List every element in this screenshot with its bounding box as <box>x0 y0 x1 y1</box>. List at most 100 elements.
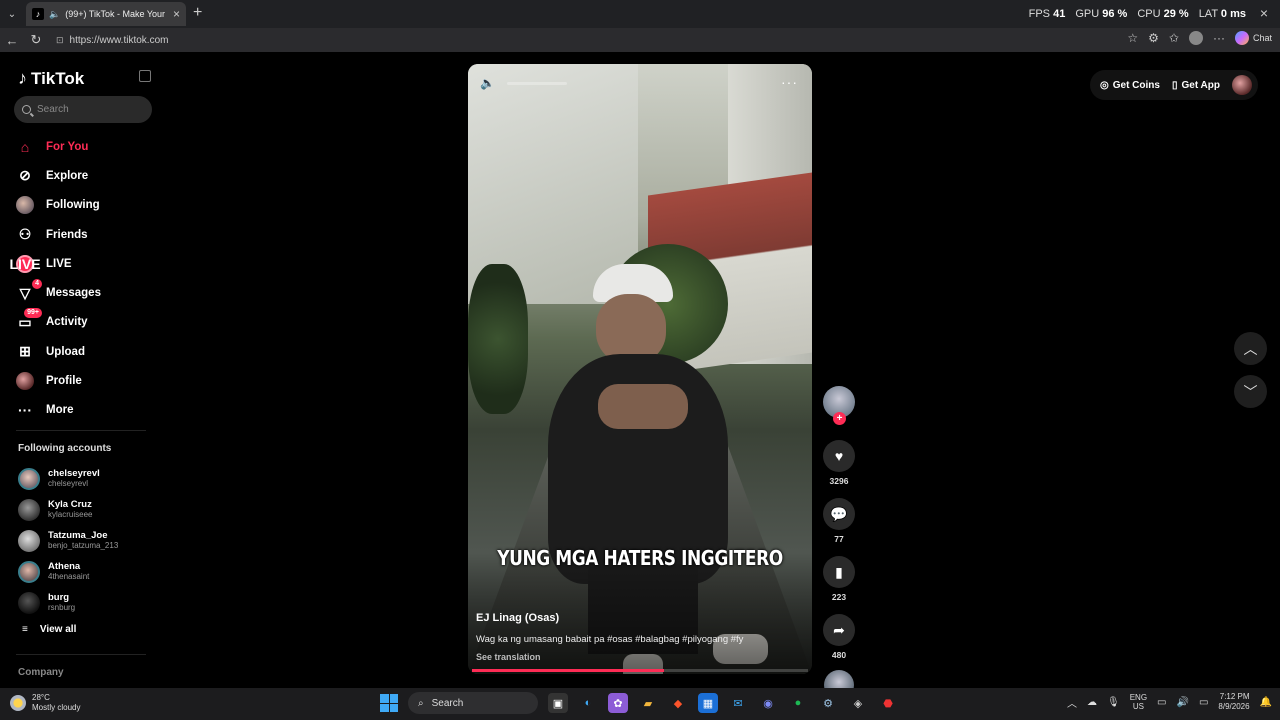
nav-item-friends[interactable]: ⚇ Friends <box>16 220 101 249</box>
brave-browser-icon[interactable]: ◆ <box>668 693 688 713</box>
view-all-link[interactable]: ≡ View all <box>22 624 76 635</box>
save-button[interactable]: ▮ <box>823 556 855 588</box>
search-icon: ⌕ <box>418 697 424 709</box>
next-video-chevron-down-icon[interactable]: ﹀ <box>1234 375 1267 408</box>
company-link[interactable]: Company <box>18 667 64 678</box>
taskbar-search-label: Search <box>431 697 464 709</box>
game-app-icon[interactable]: ◈ <box>848 693 868 713</box>
browser-menu-icon[interactable]: ··· <box>1213 31 1225 45</box>
site-info-icon[interactable]: ⊡ <box>56 35 64 46</box>
comment-icon: 💬 <box>830 505 848 522</box>
url-field[interactable]: ⊡ https://www.tiktok.com <box>52 31 1102 49</box>
copilot-chat-button[interactable]: Chat <box>1234 31 1272 45</box>
speaker-icon[interactable]: 🔈 <box>49 9 60 20</box>
share-button[interactable]: ➦ <box>823 614 855 646</box>
video-progress-bar[interactable] <box>472 669 808 672</box>
file-explorer-icon[interactable]: ▰ <box>638 693 658 713</box>
window-close-icon[interactable]: × <box>1260 5 1268 21</box>
nav-item-more[interactable]: ··· More <box>16 396 101 425</box>
account-item[interactable]: burg rsnburg <box>18 587 118 618</box>
account-item[interactable]: Athena 4thenasaint <box>18 556 118 587</box>
tiktok-page: ♪ TikTok Search ⌂ For You ⊘ Explore Foll… <box>0 52 1280 700</box>
nav-item-profile[interactable]: Profile <box>16 366 101 395</box>
display-icon[interactable]: ▭ <box>1157 697 1166 708</box>
microphone-icon[interactable]: 🎙 <box>1107 697 1120 708</box>
get-app-button[interactable]: ▯ Get App <box>1172 80 1220 91</box>
browser-tab-bar: ⌄ ♪ 🔈 (99+) TikTok - Make Your Day × + F… <box>0 0 1280 28</box>
nav-item-explore[interactable]: ⊘ Explore <box>16 161 101 190</box>
nav-item-for-you[interactable]: ⌂ For You <box>16 132 101 161</box>
notification-bell-icon[interactable]: 🔔 <box>1260 697 1272 708</box>
language-indicator[interactable]: ENG US <box>1130 693 1147 711</box>
get-coins-button[interactable]: ◎ Get Coins <box>1100 80 1160 91</box>
steam-icon[interactable]: ⚙ <box>818 693 838 713</box>
discord-icon[interactable]: ◉ <box>758 693 778 713</box>
follow-plus-icon[interactable]: + <box>833 412 846 425</box>
browser-profile-avatar[interactable] <box>1188 31 1203 45</box>
back-arrow-icon[interactable]: ← <box>0 28 24 52</box>
tab-list-chevron-icon[interactable]: ⌄ <box>0 0 24 28</box>
photos-app-icon[interactable]: ✿ <box>608 693 628 713</box>
logo-text: TikTok <box>31 68 85 88</box>
tiktok-logo[interactable]: ♪ TikTok <box>18 68 84 89</box>
view-all-label: View all <box>39 624 77 635</box>
task-view-icon[interactable]: ▣ <box>548 693 568 713</box>
comment-button[interactable]: 💬 <box>823 498 855 530</box>
nav-item-messages[interactable]: ▽ 4 Messages <box>16 278 101 307</box>
battery-icon[interactable]: ▭ <box>1199 697 1208 708</box>
video-player[interactable]: 🔈 ··· YUNG MGA HATERS INGGITERO EJ Linag… <box>468 64 812 674</box>
onedrive-cloud-icon[interactable]: ☁ <box>1087 697 1097 708</box>
favorite-star-icon[interactable]: ☆ <box>1127 31 1138 45</box>
tab-close-icon[interactable]: × <box>173 7 180 21</box>
creator-avatar[interactable]: + <box>823 386 855 425</box>
nav-item-following[interactable]: Following <box>16 191 101 220</box>
store-app-icon[interactable]: ▦ <box>698 693 718 713</box>
extensions-icon[interactable]: ⚙ <box>1148 31 1159 45</box>
share-count: 480 <box>831 650 847 660</box>
copilot-logo-icon <box>1234 31 1249 45</box>
profile-avatar-icon <box>16 372 34 391</box>
refresh-icon[interactable]: ↻ <box>24 28 48 52</box>
collapse-sidebar-icon[interactable] <box>139 70 151 82</box>
nav-item-upload[interactable]: ⊞ Upload <box>16 337 101 366</box>
see-translation-link[interactable]: See translation <box>476 652 541 662</box>
nav-item-activity[interactable]: ▭ 99+ Activity <box>16 308 101 337</box>
clock[interactable]: 7:12 PM 8/9/2026 <box>1218 692 1249 712</box>
favorites-icon[interactable]: ✩ <box>1169 31 1179 45</box>
nav-label: LIVE <box>46 257 72 270</box>
sidebar: ♪ TikTok Search ⌂ For You ⊘ Explore Foll… <box>0 52 162 688</box>
new-tab-icon[interactable]: + <box>193 4 202 22</box>
volume-slider[interactable] <box>506 81 567 85</box>
nav-label: Upload <box>46 345 85 358</box>
comment-count: 77 <box>834 534 844 544</box>
account-avatar <box>18 499 40 522</box>
video-caption-overlay: YUNG MGA HATERS INGGITERO <box>497 546 783 570</box>
search-input[interactable]: Search <box>14 96 152 123</box>
spotify-icon[interactable]: ● <box>788 693 808 713</box>
tiktok-note-icon: ♪ <box>18 68 27 88</box>
tray-chevron-up-icon[interactable]: ︿ <box>1067 695 1077 710</box>
nav-item-live[interactable]: LIVE LIVE <box>9 249 101 278</box>
account-item[interactable]: Tatzuma_Joe benjo_tatzuma_213 <box>18 526 118 557</box>
video-author[interactable]: EJ Linag (Osas) <box>476 612 559 624</box>
bookmark-icon: ▮ <box>835 563 843 580</box>
user-avatar[interactable] <box>1232 75 1252 95</box>
activity-icon: ▭ 99+ <box>16 308 42 331</box>
account-item[interactable]: chelseyrevl chelseyrevl <box>18 464 118 495</box>
browser-tab[interactable]: ♪ 🔈 (99+) TikTok - Make Your Day × <box>26 2 186 26</box>
previous-video-chevron-up-icon[interactable]: ︿ <box>1234 332 1267 365</box>
video-more-options-icon[interactable]: ··· <box>781 74 798 90</box>
app-notification-icon[interactable]: ⬣ <box>878 693 898 713</box>
following-avatar-icon <box>16 196 34 215</box>
outlook-icon[interactable]: ✉ <box>728 693 748 713</box>
volume-icon[interactable]: 🔈 <box>480 76 495 90</box>
like-button[interactable]: ♥ <box>823 440 855 472</box>
taskbar-search[interactable]: ⌕ Search <box>408 692 538 714</box>
edge-browser-icon[interactable]: ◐ <box>578 693 598 713</box>
account-item[interactable]: Kyla Cruz kylacruiseee <box>18 495 118 526</box>
windows-start-icon[interactable] <box>380 694 398 712</box>
volume-tray-icon[interactable]: 🔊 <box>1177 697 1189 708</box>
messages-badge: 4 <box>32 279 42 290</box>
weather-widget[interactable]: 28°C Mostly cloudy <box>10 693 80 713</box>
performance-overlay: FPS 41 GPU 96 % CPU 29 % LAT 0 ms <box>1029 8 1246 20</box>
